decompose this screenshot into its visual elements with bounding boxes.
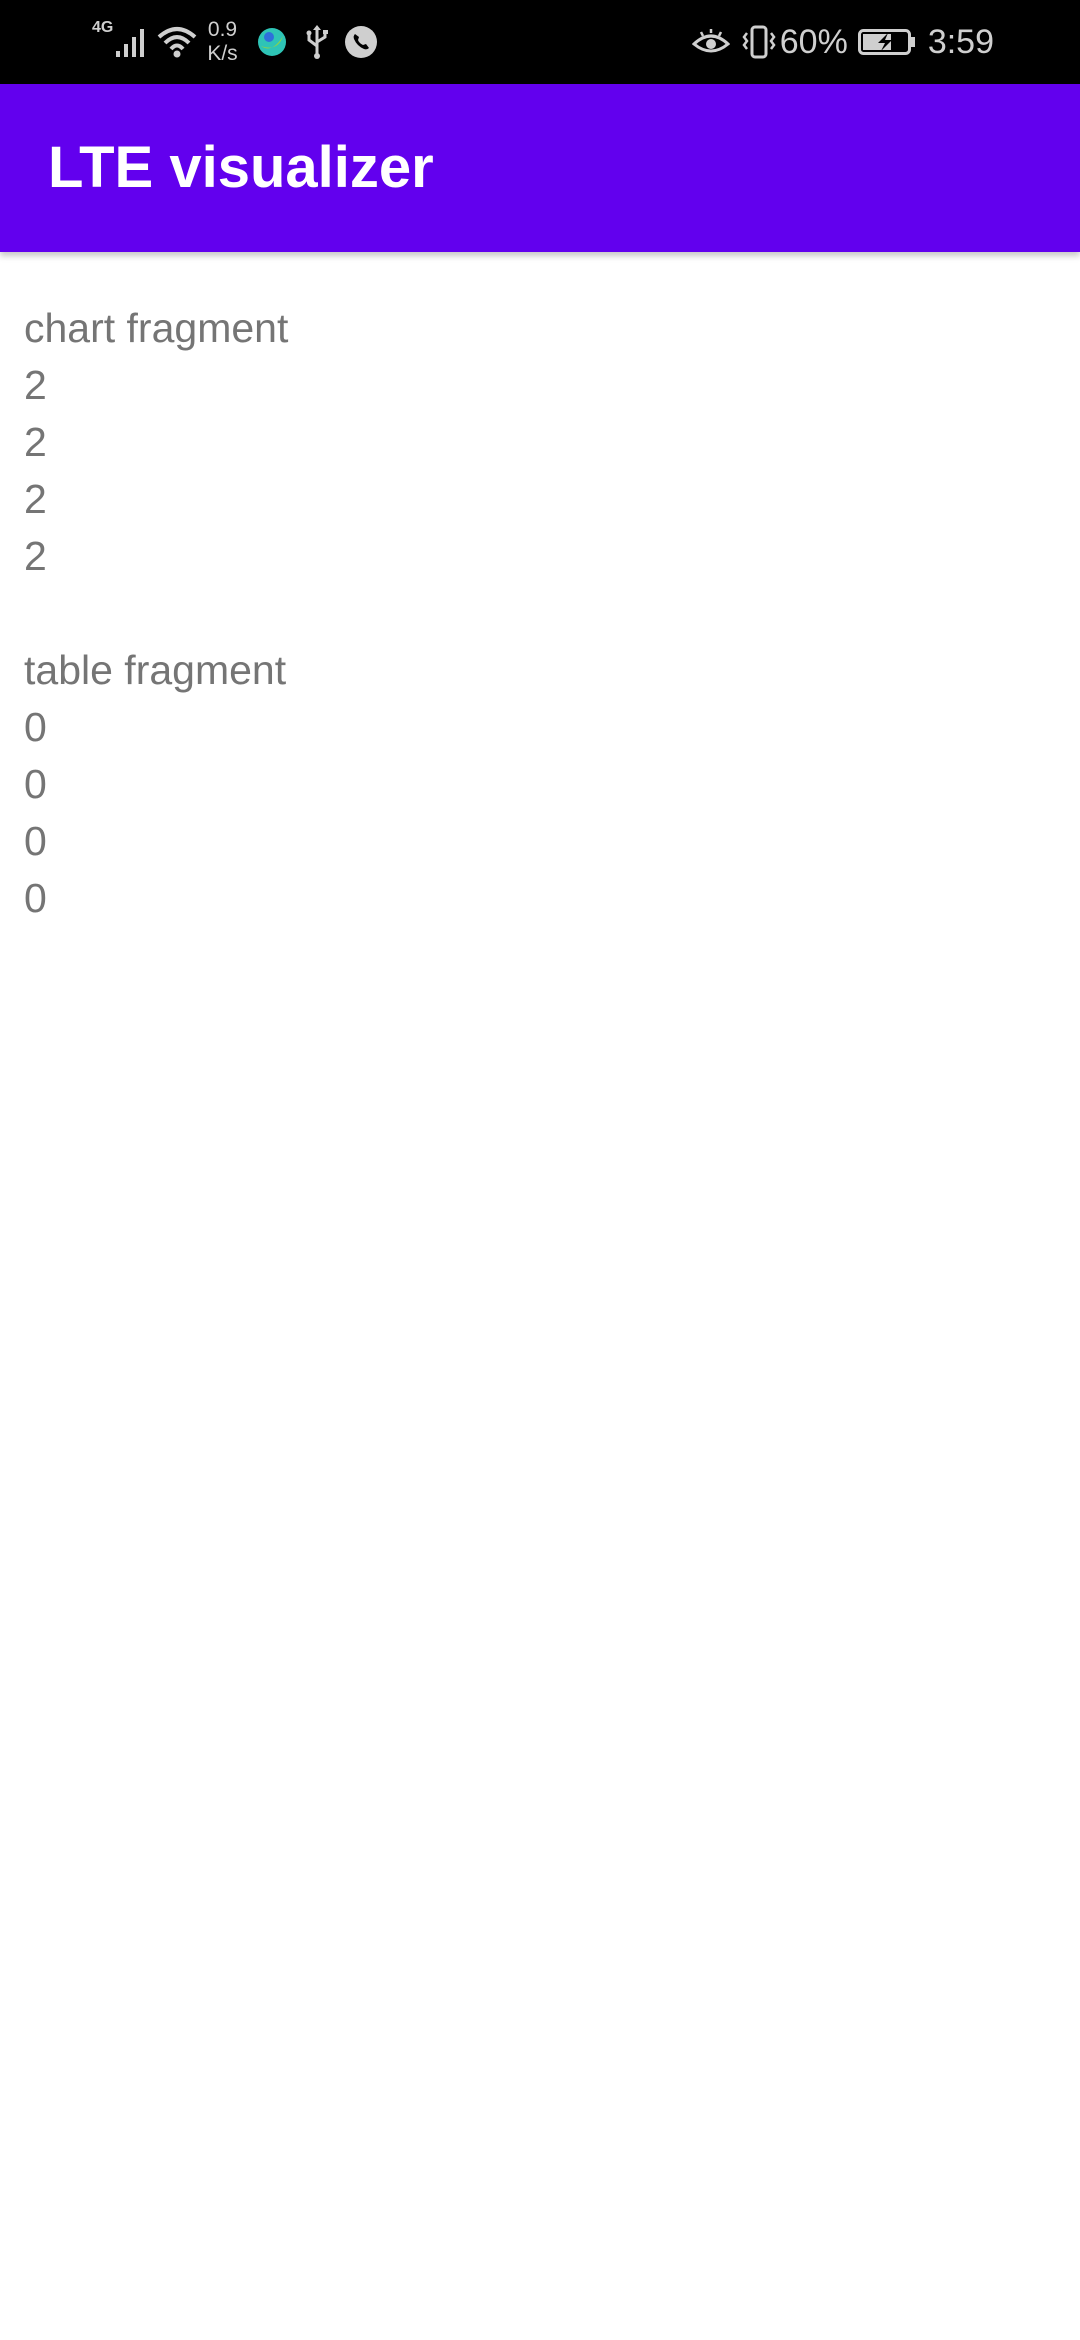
app-title: LTE visualizer	[48, 135, 434, 200]
table-fragment-value: 0	[24, 818, 47, 864]
phone-icon	[344, 25, 378, 59]
battery-percent: 60%	[779, 22, 848, 61]
usb-icon	[304, 24, 330, 60]
browser-icon	[256, 26, 288, 58]
main-content: chart fragment 2 2 2 2 table fragment 0 …	[24, 300, 1056, 984]
table-fragment-value: 0	[24, 761, 47, 807]
table-fragment-title: table fragment	[24, 647, 287, 693]
status-bar: 4G 0.9 K/s 60% 3:59	[0, 0, 1080, 84]
chart-fragment-value: 2	[24, 419, 47, 465]
chart-fragment-value: 2	[24, 362, 47, 408]
table-fragment-value: 0	[24, 875, 47, 921]
table-fragment: table fragment 0 0 0 0	[24, 642, 1056, 927]
status-bar-left: 4G 0.9 K/s	[92, 0, 378, 84]
chart-fragment-value: 2	[24, 476, 47, 522]
network-speed: 0.9 K/s	[207, 18, 237, 66]
wifi-icon	[157, 25, 197, 59]
clock-time: 3:59	[927, 22, 994, 61]
chart-fragment-title: chart fragment	[24, 305, 289, 351]
app-bar: LTE visualizer	[0, 84, 1080, 252]
chart-fragment: chart fragment 2 2 2 2	[24, 300, 1056, 585]
vibrate-icon	[740, 25, 778, 59]
network-speed-value: 0.9	[207, 18, 238, 41]
eye-icon	[691, 27, 730, 57]
status-bar-right: 60% 3:59	[691, 0, 994, 84]
chart-fragment-value: 2	[24, 533, 47, 579]
network-type-label: 4G	[92, 19, 114, 36]
network-speed-unit: K/s	[207, 42, 238, 65]
table-fragment-value: 0	[24, 704, 47, 750]
battery-charging-icon	[857, 28, 916, 56]
signal-icon	[115, 25, 149, 59]
